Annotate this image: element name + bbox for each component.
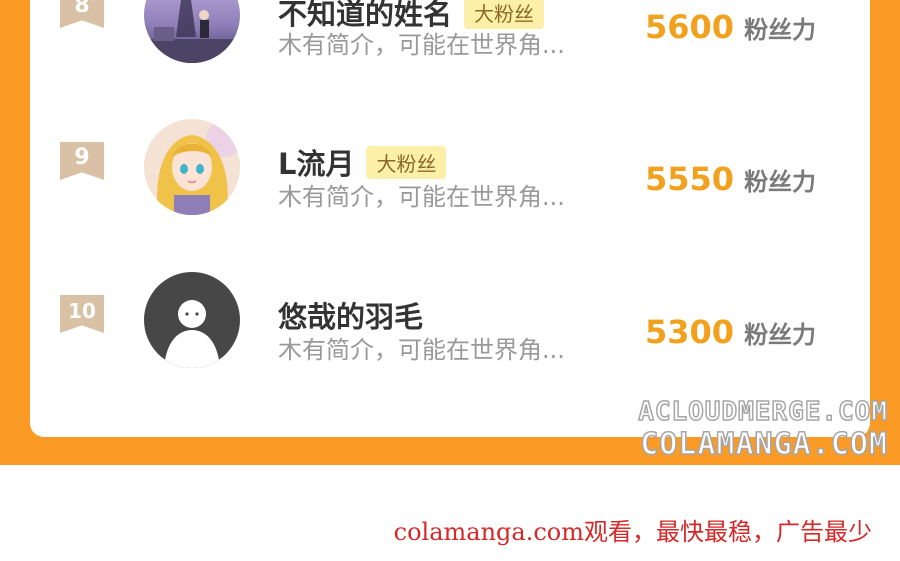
- fan-score: 5300 粉丝力: [645, 313, 816, 353]
- watermark-line-2: COLAMANGA.COM: [639, 426, 888, 463]
- fan-score-unit: 粉丝力: [744, 16, 817, 44]
- default-user-avatar-icon: [144, 272, 240, 368]
- anime-princess-avatar-icon: [144, 119, 240, 215]
- fan-score-unit: 粉丝力: [744, 168, 817, 196]
- user-name-line: L流月 大粉丝: [278, 142, 447, 182]
- ranking-row[interactable]: 9 L流月 大粉丝 木有简介，可能在世界角... 5550 粉丝力: [30, 119, 870, 230]
- fan-ranking-card: 8 不知道的姓名 大粉丝 木有简介，可能在世界角... 5600 粉丝力 9 L…: [30, 0, 870, 437]
- fan-score-unit: 粉丝力: [744, 321, 817, 349]
- avatar[interactable]: [144, 119, 240, 215]
- rank-badge: 9: [60, 142, 104, 180]
- user-bio: 木有简介，可能在世界角...: [278, 31, 565, 59]
- watermark-line-1: ACLOUDMERGE.COM: [637, 396, 888, 428]
- fan-score: 5550 粉丝力: [645, 160, 816, 200]
- rank-badge: 10: [60, 295, 104, 333]
- fan-score-value: 5550: [645, 160, 735, 198]
- ranking-row[interactable]: 10 悠哉的羽毛 木有简介，可能在世界角... 5300 粉丝力: [30, 272, 870, 383]
- avatar[interactable]: [144, 272, 240, 368]
- fan-level-badge: 大粉丝: [366, 145, 447, 179]
- user-bio: 木有简介，可能在世界角...: [278, 336, 565, 364]
- ranking-row[interactable]: 8 不知道的姓名 大粉丝 木有简介，可能在世界角... 5600 粉丝力: [30, 0, 870, 78]
- rank-badge: 8: [60, 0, 104, 28]
- user-name-line: 悠哉的羽毛: [278, 295, 423, 335]
- fan-score-value: 5600: [645, 8, 735, 46]
- user-bio: 木有简介，可能在世界角...: [278, 183, 565, 211]
- paris-eiffel-photo-avatar-icon: [144, 0, 240, 63]
- avatar[interactable]: [144, 0, 240, 63]
- footer-notice: colamanga.com观看，最快最稳，广告最少: [393, 518, 872, 546]
- fan-score-value: 5300: [645, 313, 735, 351]
- fan-score: 5600 粉丝力: [645, 8, 816, 48]
